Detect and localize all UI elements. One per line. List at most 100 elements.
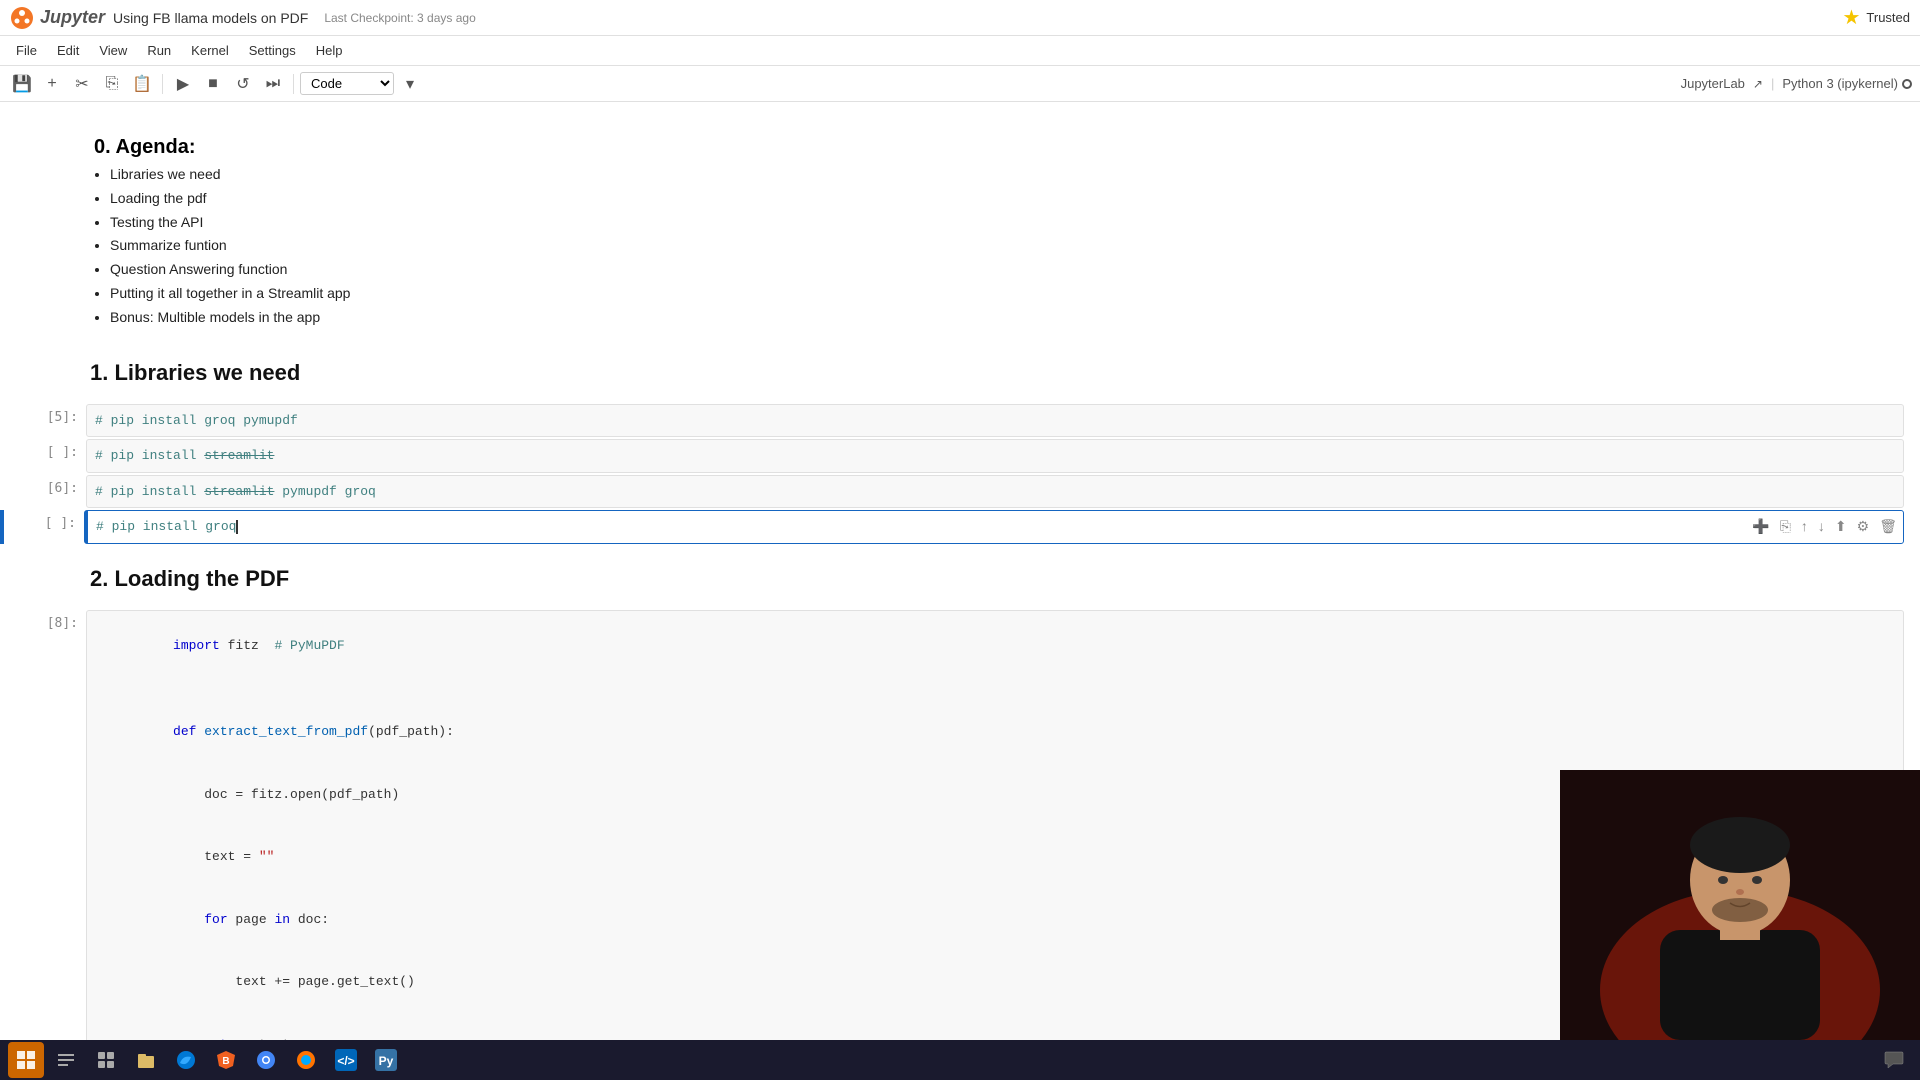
taskbar-python[interactable]: Py	[368, 1042, 404, 1078]
search-icon	[56, 1050, 76, 1070]
cell-active-content[interactable]: # pip install groq ➕ ⎘ ↑ ↓ ⬆ ⚙ 🗑	[84, 510, 1904, 544]
python-icon: Py	[375, 1049, 397, 1071]
comment-span: # pip install groq	[96, 519, 236, 534]
menu-bar: File Edit View Run Kernel Settings Help	[0, 36, 1920, 66]
checkpoint-info: Last Checkpoint: 3 days ago	[324, 11, 475, 25]
cell-5-code: # pip install groq pymupdf	[87, 409, 1903, 433]
save-button[interactable]: 💾	[8, 70, 36, 98]
agenda-item-1: Loading the pdf	[110, 187, 1904, 211]
taskbar-firefox[interactable]	[288, 1042, 324, 1078]
webcam-person-svg	[1560, 770, 1920, 1040]
kw-def: def	[173, 724, 196, 739]
taskbar-chrome[interactable]	[248, 1042, 284, 1078]
restart-run-button[interactable]: ⏭	[259, 70, 287, 98]
cell-6-prompt: [6]:	[6, 475, 86, 509]
kernel-indicator: Python 3 (ipykernel)	[1782, 76, 1912, 91]
cell-type-select[interactable]: Code Markdown Raw	[300, 72, 394, 95]
add-cell-button[interactable]: +	[38, 70, 66, 98]
edge-icon	[175, 1049, 197, 1071]
cell-down-icon[interactable]: ↓	[1815, 516, 1828, 537]
toolbar-separator-1	[162, 74, 163, 94]
top-bar: Jupyter Using FB llama models on PDF Las…	[0, 0, 1920, 36]
taskbar-chat[interactable]	[1876, 1042, 1912, 1078]
cell-copy-icon[interactable]: ⎘	[1777, 516, 1794, 537]
widgets-icon	[96, 1050, 116, 1070]
jupyter-logo: Jupyter	[10, 6, 105, 30]
cell-blank-1: [ ]: # pip install streamlit	[0, 439, 1920, 473]
comment-pymupdf: # PyMuPDF	[274, 638, 344, 653]
kernel-status-circle	[1902, 79, 1912, 89]
cell-5-content[interactable]: # pip install groq pymupdf	[86, 404, 1904, 438]
agenda-item-5: Putting it all together in a Streamlit a…	[110, 282, 1904, 306]
section2-content: 2. Loading the PDF	[86, 546, 1920, 608]
cell-8-line1: import fitz # PyMuPDF	[87, 615, 1903, 678]
taskbar-widgets[interactable]	[88, 1042, 124, 1078]
cell-delete-icon[interactable]: 🗑	[1876, 516, 1900, 537]
trusted-badge: ★ Trusted	[1842, 5, 1910, 30]
taskbar-brave[interactable]: B	[208, 1042, 244, 1078]
start-icon	[15, 1049, 37, 1071]
cell-prompt	[6, 124, 86, 338]
cell-8-line3: def extract_text_from_pdf(pdf_path):	[87, 701, 1903, 764]
cell-8-prompt: [8]:	[6, 610, 86, 1044]
run-button[interactable]: ▶	[169, 70, 197, 98]
kw-in: in	[274, 912, 290, 927]
vscode-icon: </>	[335, 1049, 357, 1071]
cell-filter-icon[interactable]: ⚙	[1854, 516, 1873, 537]
cell-type-dropdown[interactable]: ▾	[396, 70, 424, 98]
interrupt-button[interactable]: ■	[199, 70, 227, 98]
svg-text:Py: Py	[379, 1054, 394, 1068]
jupyter-logo-icon	[10, 6, 34, 30]
toolbar-right: JupyterLab ↗ | Python 3 (ipykernel)	[1681, 76, 1912, 91]
fn-name: extract_text_from_pdf	[204, 724, 368, 739]
cell-up-icon[interactable]: ↑	[1798, 516, 1811, 537]
paste-button[interactable]: 📋	[128, 70, 156, 98]
comment-span: # pip install streamlit pymupdf groq	[95, 484, 376, 499]
explorer-icon	[136, 1050, 156, 1070]
jupyterlab-link[interactable]: JupyterLab	[1681, 76, 1745, 91]
menu-settings[interactable]: Settings	[241, 41, 304, 60]
cell-6: [6]: # pip install streamlit pymupdf gro…	[0, 475, 1920, 509]
agenda-heading: 0. Agenda:	[90, 132, 1904, 163]
menu-file[interactable]: File	[8, 41, 45, 60]
taskbar-explorer[interactable]	[128, 1042, 164, 1078]
menu-help[interactable]: Help	[308, 41, 351, 60]
cell-blank-1-prompt: [ ]:	[6, 439, 86, 473]
menu-view[interactable]: View	[91, 41, 135, 60]
cell-share-icon[interactable]: ⬆	[1832, 516, 1850, 537]
taskbar-start[interactable]	[8, 1042, 44, 1078]
brave-icon: B	[215, 1049, 237, 1071]
cell-active-code[interactable]: # pip install groq	[88, 515, 1903, 539]
taskbar-edge[interactable]	[168, 1042, 204, 1078]
cell-5-prompt: [5]:	[6, 404, 86, 438]
restart-button[interactable]: ↺	[229, 70, 257, 98]
menu-kernel[interactable]: Kernel	[183, 41, 237, 60]
copy-button[interactable]: ⎘	[98, 70, 126, 98]
cell-prompt	[6, 546, 86, 608]
taskbar-search[interactable]	[48, 1042, 84, 1078]
jupyter-wordmark: Jupyter	[40, 7, 105, 28]
taskbar-vscode[interactable]: </>	[328, 1042, 364, 1078]
section2-cell: 2. Loading the PDF	[0, 546, 1920, 608]
cell-add-icon[interactable]: ➕	[1749, 516, 1772, 537]
agenda-item-3: Summarize funtion	[110, 234, 1904, 258]
cut-button[interactable]: ✂	[68, 70, 96, 98]
str-empty: ""	[259, 849, 275, 864]
section1-content: 1. Libraries we need	[86, 340, 1920, 402]
cell-5: [5]: # pip install groq pymupdf	[0, 404, 1920, 438]
toolbar: 💾 + ✂ ⎘ 📋 ▶ ■ ↺ ⏭ Code Markdown Raw ▾ Ju…	[0, 66, 1920, 102]
menu-run[interactable]: Run	[139, 41, 179, 60]
cell-blank-1-content[interactable]: # pip install streamlit	[86, 439, 1904, 473]
cell-6-content[interactable]: # pip install streamlit pymupdf groq	[86, 475, 1904, 509]
firefox-icon	[295, 1049, 317, 1071]
kw-for: for	[204, 912, 227, 927]
chat-icon	[1883, 1049, 1905, 1071]
trusted-star-icon: ★	[1842, 5, 1860, 30]
agenda-cell: 0. Agenda: Libraries we need Loading the…	[0, 124, 1920, 338]
cell-blank-1-code: # pip install streamlit	[87, 444, 1903, 468]
svg-text:</>: </>	[337, 1054, 354, 1068]
chrome-icon	[255, 1049, 277, 1071]
comment-span: # pip install groq pymupdf	[95, 413, 298, 428]
menu-edit[interactable]: Edit	[49, 41, 87, 60]
cell-active: [ ]: # pip install groq ➕ ⎘ ↑ ↓ ⬆ ⚙ 🗑	[0, 510, 1920, 544]
